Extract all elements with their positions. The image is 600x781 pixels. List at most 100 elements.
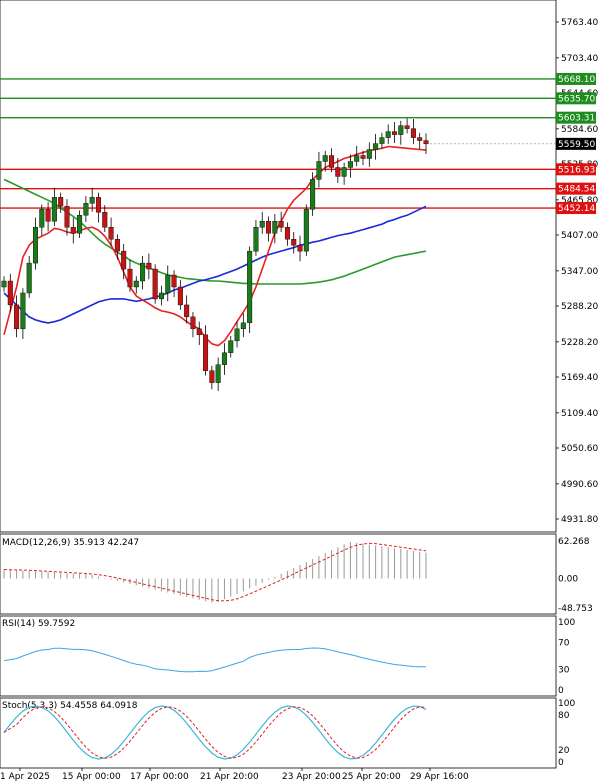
candle-body [360, 155, 366, 159]
current-price-label: 5559.50 [558, 140, 595, 150]
candle-body [303, 209, 309, 252]
candle-body [95, 197, 101, 213]
macd-tick-label: -48.753 [558, 604, 593, 614]
candle-body [190, 316, 196, 330]
price-tick-label: 5169.40 [561, 373, 598, 383]
level-label: 5452.14 [558, 204, 595, 214]
stoch-panel: Stoch(5,3,3) 54.4558 64.0918 100 80 20 0 [0, 697, 575, 769]
candle-body [114, 238, 120, 252]
candle-body [366, 149, 372, 159]
rsi-tick-label: 0 [558, 686, 564, 696]
price-tick-label: 5347.00 [561, 267, 598, 277]
candle-body [177, 286, 183, 306]
candle-body [347, 161, 353, 168]
trading-chart: 5763.405703.405644.605584.605525.805465.… [0, 0, 598, 781]
candle-body [392, 131, 398, 135]
rsi-label: RSI(14) 59.7592 [2, 619, 75, 629]
price-tick-label: 5763.40 [561, 18, 598, 28]
candle-body [221, 352, 227, 365]
candle-body [108, 227, 114, 240]
stoch-tick-label: 0 [558, 758, 564, 768]
candle-body [45, 209, 51, 222]
price-tick-label: 5228.20 [561, 338, 598, 348]
candle-body [310, 179, 316, 210]
level-label: 5635.70 [558, 94, 595, 104]
candle-body [404, 125, 410, 129]
rsi-tick-label: 70 [558, 638, 570, 648]
level-label: 5516.93 [558, 165, 595, 175]
candle-body [335, 167, 341, 177]
candle-body [215, 364, 221, 383]
candle-body [203, 334, 209, 371]
time-tick-label: 1 Apr 2025 [0, 772, 50, 781]
price-tick-label: 4990.60 [561, 480, 598, 490]
candle-body [341, 167, 347, 177]
macd-label: MACD(12,26,9) 35.913 42.247 [2, 538, 139, 548]
rsi-axis: 100 70 30 0 [558, 618, 575, 696]
candle-body [83, 203, 89, 216]
candle-body [158, 292, 164, 300]
candle-body [133, 280, 139, 288]
candle-body [410, 128, 416, 138]
candle-body [26, 262, 32, 294]
candle-body [240, 322, 246, 330]
candle-body [272, 221, 278, 234]
stoch-tick-label: 80 [558, 711, 570, 721]
candle-body [89, 197, 95, 204]
candle-body [423, 140, 429, 145]
macd-tick-label: 62.268 [558, 537, 590, 547]
candle-body [196, 328, 202, 336]
time-tick-label: 15 Apr 00:00 [62, 772, 121, 781]
price-panel: 5763.405703.405644.605584.605525.805465.… [0, 0, 598, 533]
time-tick-label: 17 Apr 00:00 [130, 772, 189, 781]
stoch-tick-label: 20 [558, 746, 570, 756]
candle-body [259, 221, 265, 228]
candle-body [297, 244, 303, 252]
candle-body [146, 262, 152, 270]
candle-body [127, 268, 133, 288]
candle-body [152, 268, 158, 300]
candle-body [253, 227, 259, 252]
price-tick-label: 5288.20 [561, 302, 598, 312]
candle-body [209, 370, 215, 383]
price-tick-label: 5703.40 [561, 54, 598, 64]
candle-body [77, 215, 83, 234]
candle-body [291, 238, 297, 246]
time-tick-label: 21 Apr 20:00 [200, 772, 259, 781]
candle-body [228, 340, 234, 353]
stoch-axis: 100 80 20 0 [558, 699, 575, 768]
candle-body [379, 137, 385, 144]
rsi-tick-label: 30 [558, 666, 570, 676]
rsi-tick-label: 100 [558, 618, 575, 628]
candle-body [247, 250, 253, 324]
price-tick-label: 5050.60 [561, 444, 598, 454]
macd-panel: MACD(12,26,9) 35.913 42.247 62.268 0.00 -4… [0, 533, 593, 615]
candle-body [58, 197, 64, 207]
level-label: 5603.31 [558, 114, 595, 124]
price-tick-label: 5407.00 [561, 231, 598, 241]
candle-body [165, 274, 171, 294]
stoch-label: Stoch(5,3,3) 54.4558 64.0918 [2, 701, 138, 711]
candle-body [32, 227, 38, 264]
candle-body [184, 304, 190, 318]
level-label: 5668.10 [558, 75, 595, 85]
candle-body [417, 137, 423, 141]
stoch-tick-label: 100 [558, 699, 575, 709]
time-tick-label: 29 Apr 16:00 [410, 772, 469, 781]
candle-body [64, 206, 70, 228]
candle-body [1, 280, 7, 288]
candle-body [140, 262, 146, 282]
candle-body [266, 221, 272, 234]
candle-body [14, 304, 20, 330]
candle-body [39, 209, 45, 228]
rsi-panel-frame [0, 615, 557, 697]
candle-body [322, 155, 328, 162]
candle-body [385, 131, 391, 138]
candle-body [51, 197, 57, 222]
time-axis: 1 Apr 2025 15 Apr 00:00 17 Apr 00:00 21 Apr… [0, 768, 469, 781]
price-panel-frame [0, 0, 557, 533]
candle-body [171, 274, 177, 288]
candle-body [234, 328, 240, 341]
price-tick-label: 5584.60 [561, 125, 598, 135]
candle-body [20, 292, 26, 330]
